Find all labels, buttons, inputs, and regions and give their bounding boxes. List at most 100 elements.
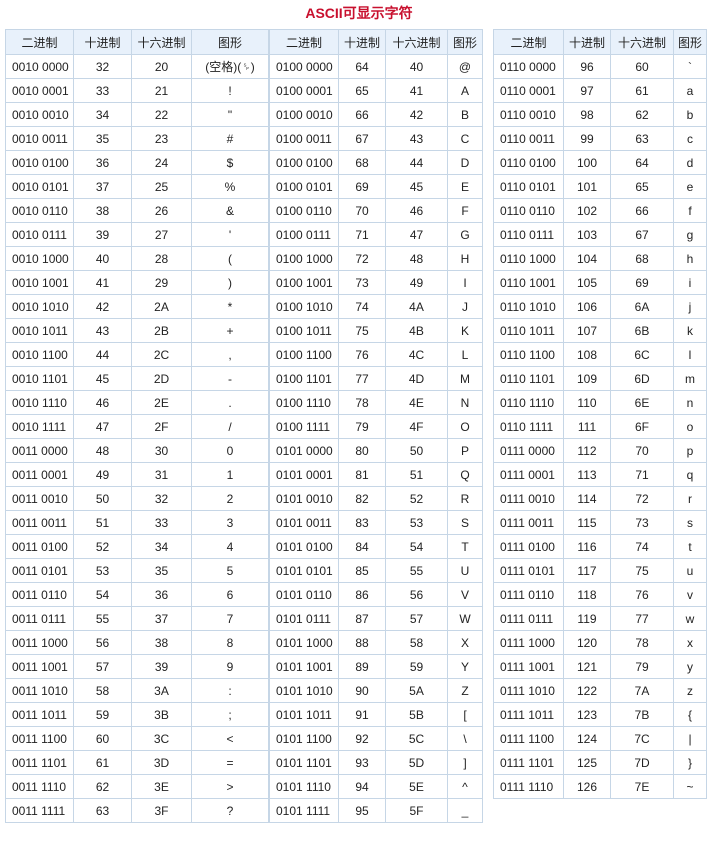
glyph-cell: T <box>447 534 483 559</box>
hex-cell: 5F <box>385 798 448 823</box>
glyph-cell: t <box>673 534 707 559</box>
binary-cell: 0101 0101 <box>269 558 339 583</box>
binary-cell: 0110 0001 <box>493 78 564 103</box>
binary-cell: 0101 0001 <box>269 462 339 487</box>
hex-cell: 28 <box>131 246 192 271</box>
page-title: ASCII可显示字符 <box>305 5 413 21</box>
glyph-cell: n <box>673 390 707 415</box>
hex-cell: 20 <box>131 54 192 79</box>
hex-cell: 59 <box>385 654 448 679</box>
decimal-cell: 59 <box>73 702 132 727</box>
hex-cell: 4A <box>385 294 448 319</box>
hex-cell: 55 <box>385 558 448 583</box>
hex-cell: 37 <box>131 606 192 631</box>
binary-cell: 0100 1010 <box>269 294 339 319</box>
table-row: 0100 0110 70 46 F <box>269 198 483 223</box>
hex-cell: 6C <box>610 342 674 367</box>
glyph-cell: r <box>673 486 707 511</box>
glyph-cell: { <box>673 702 707 727</box>
hex-cell: 2A <box>131 294 192 319</box>
decimal-cell: 50 <box>73 486 132 511</box>
decimal-cell: 43 <box>73 318 132 343</box>
table-row: 0110 0111 103 67 g <box>493 222 707 247</box>
table-row: 0111 1000 120 78 x <box>493 630 707 655</box>
table-row: 0100 1110 78 4E N <box>269 390 483 415</box>
decimal-cell: 49 <box>73 462 132 487</box>
decimal-cell: 69 <box>338 174 386 199</box>
table-row: 0010 0101 37 25% <box>5 174 269 199</box>
decimal-cell: 126 <box>563 774 611 799</box>
hex-cell: 57 <box>385 606 448 631</box>
hex-cell: 46 <box>385 198 448 223</box>
decimal-cell: 55 <box>73 606 132 631</box>
hex-cell: 64 <box>610 150 674 175</box>
hex-cell: 54 <box>385 534 448 559</box>
hex-cell: 3F <box>131 798 192 823</box>
table-row: 0101 0100 84 54 T <box>269 534 483 559</box>
hex-cell: 35 <box>131 558 192 583</box>
table-row: 0011 0010 50 32 2 <box>5 486 269 511</box>
decimal-cell: 107 <box>563 318 611 343</box>
header-glyph: 图形 <box>447 29 483 55</box>
table-header-row: 二进制 十进制 十六进制 图形 <box>5 29 269 55</box>
binary-cell: 0010 0001 <box>5 78 74 103</box>
binary-cell: 0111 1101 <box>493 750 564 775</box>
glyph-cell: L <box>447 342 483 367</box>
hex-cell: 7D <box>610 750 674 775</box>
decimal-cell: 51 <box>73 510 132 535</box>
glyph-cell: ) <box>191 270 269 295</box>
decimal-cell: 100 <box>563 150 611 175</box>
glyph-cell: 1 <box>191 462 269 487</box>
decimal-cell: 42 <box>73 294 132 319</box>
table-row: 0101 1010 90 5A Z <box>269 678 483 703</box>
decimal-cell: 36 <box>73 150 132 175</box>
table-row: 0101 0010 82 52 R <box>269 486 483 511</box>
hex-cell: 33 <box>131 510 192 535</box>
decimal-cell: 72 <box>338 246 386 271</box>
table-row: 0011 0111 55 37 7 <box>5 606 269 631</box>
decimal-cell: 60 <box>73 726 132 751</box>
glyph-cell: ' <box>191 222 269 247</box>
header-glyph: 图形 <box>673 29 707 55</box>
hex-cell: 51 <box>385 462 448 487</box>
decimal-cell: 125 <box>563 750 611 775</box>
glyph-cell: 7 <box>191 606 269 631</box>
table-row: 0111 1100 124 7C | <box>493 726 707 751</box>
decimal-cell: 91 <box>338 702 386 727</box>
table-row: 0011 0001 49 31 1 <box>5 462 269 487</box>
binary-cell: 0101 0010 <box>269 486 339 511</box>
table-row: 0110 0001 97 61 a <box>493 78 707 103</box>
decimal-cell: 108 <box>563 342 611 367</box>
glyph-cell: | <box>673 726 707 751</box>
hex-cell: 32 <box>131 486 192 511</box>
glyph-cell: 3 <box>191 510 269 535</box>
decimal-cell: 41 <box>73 270 132 295</box>
decimal-cell: 84 <box>338 534 386 559</box>
binary-cell: 0110 1000 <box>493 246 564 271</box>
glyph-cell: E <box>447 174 483 199</box>
hex-cell: 3E <box>131 774 192 799</box>
glyph-cell: * <box>191 294 269 319</box>
glyph-cell: x <box>673 630 707 655</box>
hex-cell: 70 <box>610 438 674 463</box>
binary-cell: 0110 0110 <box>493 198 564 223</box>
hex-cell: 74 <box>610 534 674 559</box>
binary-cell: 0011 0010 <box>5 486 74 511</box>
decimal-cell: 117 <box>563 558 611 583</box>
glyph-cell: " <box>191 102 269 127</box>
table-row: 0101 1101 93 5D] <box>269 750 483 775</box>
hex-cell: 36 <box>131 582 192 607</box>
glyph-cell: ; <box>191 702 269 727</box>
glyph-cell: = <box>191 750 269 775</box>
binary-cell: 0111 1100 <box>493 726 564 751</box>
table-row: 0011 1101 61 3D = <box>5 750 269 775</box>
binary-cell: 0101 1110 <box>269 774 339 799</box>
table-row: 0101 0001 81 51 Q <box>269 462 483 487</box>
glyph-cell: q <box>673 462 707 487</box>
decimal-cell: 71 <box>338 222 386 247</box>
hex-cell: 3C <box>131 726 192 751</box>
glyph-cell: ~ <box>673 774 707 799</box>
hex-cell: 5A <box>385 678 448 703</box>
glyph-cell: M <box>447 366 483 391</box>
table-row: 0011 1111 63 3F? <box>5 798 269 823</box>
